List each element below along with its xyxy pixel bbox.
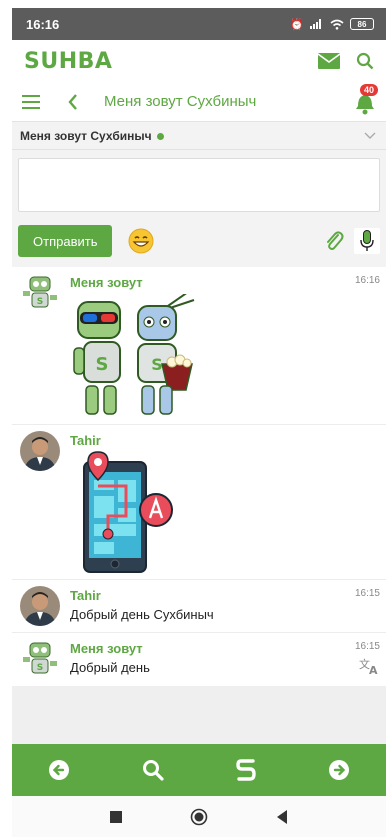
message-item[interactable]: Tahir [12, 425, 386, 580]
translate-icon[interactable]: 文A [358, 657, 380, 675]
chevron-down-icon[interactable] [364, 132, 376, 140]
message-time: 16:15 [354, 641, 380, 652]
home-icon[interactable] [190, 808, 208, 826]
emoji-icon[interactable] [128, 228, 154, 254]
online-indicator [156, 132, 164, 140]
envelope-icon[interactable] [318, 53, 340, 69]
notification-badge: 40 [359, 84, 378, 96]
message-time: 16:15 [354, 588, 380, 599]
user-photo-avatar [20, 586, 60, 626]
app-header: SUHBA [12, 40, 386, 82]
s-logo-icon[interactable] [236, 758, 256, 782]
feed-empty-area [12, 686, 386, 742]
svg-text:A: A [369, 664, 378, 675]
avatar[interactable] [20, 586, 60, 626]
svg-text:S: S [37, 663, 43, 673]
alarm-icon: ⏰ [290, 18, 304, 31]
svg-text:S: S [37, 297, 43, 307]
map-app-sticker [83, 451, 173, 573]
app-logo[interactable]: SUHBA [24, 49, 112, 74]
message-item[interactable]: S Меня зовут S S 16:16 [12, 267, 386, 425]
message-item[interactable]: S Меня зовут Добрый день 16:15 文A [12, 633, 386, 686]
menu-icon[interactable] [22, 94, 40, 109]
svg-text:S: S [96, 354, 109, 375]
message-feed: S Меня зовут S S 16:16 Tahir Tahir Добры… [12, 267, 386, 686]
phone-screen: 16:16 ⏰ 86 SUHBA Меня зовут Сухбиныч 40 … [12, 8, 386, 837]
message-composer: Отправить [12, 150, 386, 267]
status-icons: ⏰ 86 [290, 18, 374, 31]
system-navigation [12, 796, 386, 837]
recent-apps-icon[interactable] [110, 810, 122, 823]
robot-avatar-icon: S [23, 642, 57, 674]
svg-text:S: S [151, 355, 163, 374]
message-author: Tahir [70, 588, 101, 603]
avatar[interactable]: S [20, 273, 60, 313]
message-author: Меня зовут [70, 275, 143, 290]
arrow-left-icon[interactable] [48, 759, 70, 781]
battery-icon: 86 [350, 18, 374, 30]
search-icon[interactable] [142, 759, 164, 781]
paperclip-icon[interactable] [324, 230, 344, 252]
message-text: Добрый день Сухбиныч [70, 607, 214, 622]
wifi-icon [330, 19, 344, 30]
message-time: 16:16 [354, 275, 380, 286]
user-photo-avatar [20, 431, 60, 471]
chat-navbar: Меня зовут Сухбиныч 40 [12, 82, 386, 122]
status-time: 16:16 [26, 16, 60, 32]
search-icon[interactable] [356, 52, 374, 70]
avatar[interactable]: S [20, 639, 60, 679]
robot-avatar-icon: S [23, 276, 57, 308]
message-author: Меня зовут [70, 641, 143, 656]
arrow-right-icon[interactable] [328, 759, 350, 781]
microphone-button[interactable] [354, 228, 380, 254]
robots-sticker: S S [73, 291, 195, 415]
message-input[interactable] [18, 158, 380, 212]
message-author: Tahir [70, 433, 101, 448]
bottom-toolbar [12, 744, 386, 796]
status-bar: 16:16 ⏰ 86 [12, 8, 386, 40]
notifications[interactable]: 40 [354, 84, 378, 121]
signal-icon [310, 19, 321, 29]
chat-title: Меня зовут Сухбиныч [104, 93, 257, 110]
channel-name: Меня зовут Сухбиныч [20, 128, 152, 143]
message-item[interactable]: Tahir Добрый день Сухбиныч 16:15 [12, 580, 386, 633]
microphone-icon[interactable] [360, 230, 374, 252]
system-back-icon[interactable] [276, 809, 288, 824]
back-icon[interactable] [68, 93, 78, 110]
send-button[interactable]: Отправить [18, 225, 113, 257]
avatar[interactable] [20, 431, 60, 471]
message-text: Добрый день [70, 660, 150, 675]
channel-selector[interactable]: Меня зовут Сухбиныч [12, 122, 386, 150]
